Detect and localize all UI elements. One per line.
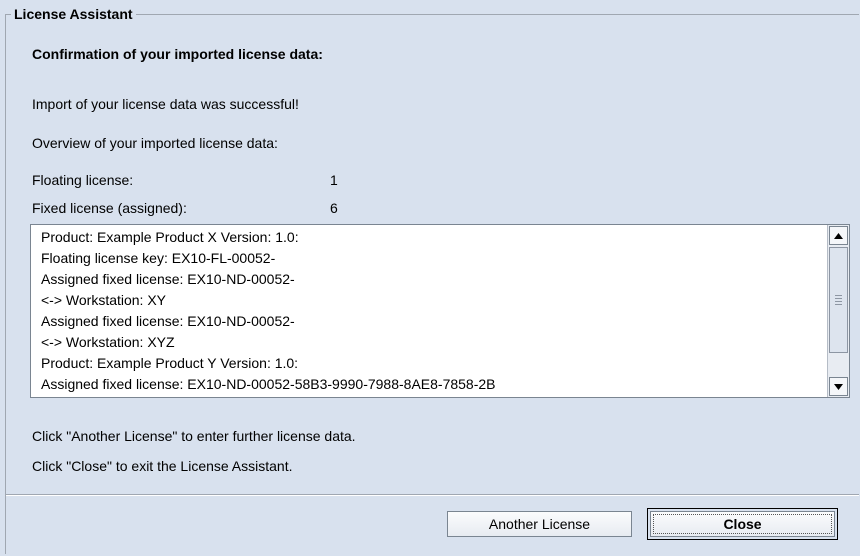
list-item: Product: Example Product X Version: 1.0:: [41, 229, 299, 245]
floating-license-label: Floating license:: [32, 172, 134, 188]
list-item: Product: Example Product Y Version: 1.0:: [41, 355, 299, 371]
license-data-content: Product: Example Product X Version: 1.0:…: [31, 225, 827, 397]
close-hint: Click "Close" to exit the License Assist…: [32, 458, 293, 474]
success-message: Import of your license data was successf…: [32, 96, 299, 112]
group-title: License Assistant: [11, 6, 136, 22]
fixed-license-label: Fixed license (assigned):: [32, 200, 187, 216]
fixed-license-value: 6: [330, 200, 338, 216]
separator: [6, 494, 859, 496]
confirmation-heading: Confirmation of your imported license da…: [32, 46, 323, 62]
scroll-down-button[interactable]: [829, 377, 848, 396]
list-item: Assigned fixed license: EX10-ND-00052-: [41, 313, 295, 329]
another-license-button[interactable]: Another License: [447, 511, 632, 537]
overview-label: Overview of your imported license data:: [32, 135, 278, 151]
floating-license-value: 1: [330, 172, 338, 188]
vertical-scrollbar[interactable]: [827, 225, 849, 397]
list-item: Assigned fixed license: EX10-ND-00052-58…: [41, 376, 496, 392]
list-item: Floating license key: EX10-FL-00052-: [41, 250, 276, 266]
scroll-up-button[interactable]: [829, 226, 848, 245]
arrow-up-icon: [834, 232, 843, 239]
grip-icon: [835, 295, 842, 305]
another-license-hint: Click "Another License" to enter further…: [32, 428, 356, 444]
license-assistant-dialog: License Assistant Confirmation of your i…: [0, 0, 860, 556]
list-item: Assigned fixed license: EX10-ND-00052-: [41, 271, 295, 287]
list-item: <-> Workstation: XY: [41, 292, 167, 308]
arrow-down-icon: [834, 383, 843, 390]
list-item: <-> Workstation: XYZ: [41, 334, 175, 350]
scrollbar-thumb[interactable]: [829, 247, 848, 353]
license-data-list[interactable]: Product: Example Product X Version: 1.0:…: [30, 224, 850, 398]
close-button[interactable]: Close: [650, 511, 835, 537]
